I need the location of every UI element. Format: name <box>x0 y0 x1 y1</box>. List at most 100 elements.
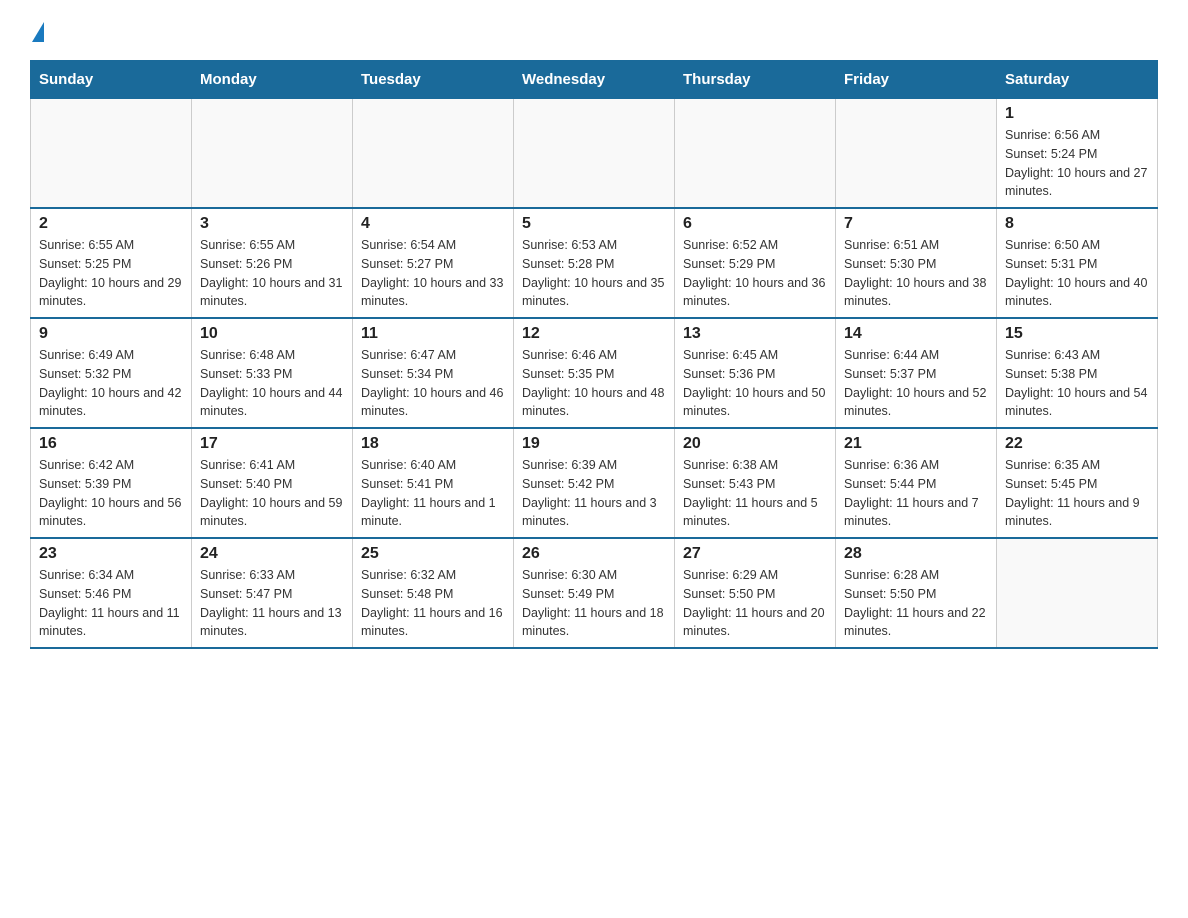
day-info: Sunrise: 6:39 AMSunset: 5:42 PMDaylight:… <box>522 456 666 531</box>
day-info: Sunrise: 6:42 AMSunset: 5:39 PMDaylight:… <box>39 456 183 531</box>
logo-triangle-icon <box>32 22 44 42</box>
calendar-cell: 28 Sunrise: 6:28 AMSunset: 5:50 PMDayligh… <box>836 538 997 648</box>
day-number: 25 <box>361 545 505 563</box>
calendar-cell: 10 Sunrise: 6:48 AMSunset: 5:33 PMDayligh… <box>192 318 353 428</box>
calendar-cell: 27 Sunrise: 6:29 AMSunset: 5:50 PMDayligh… <box>675 538 836 648</box>
day-info: Sunrise: 6:44 AMSunset: 5:37 PMDaylight:… <box>844 346 988 421</box>
day-number: 15 <box>1005 325 1149 343</box>
calendar-week-3: 9 Sunrise: 6:49 AMSunset: 5:32 PMDaylight… <box>31 318 1158 428</box>
day-header-saturday: Saturday <box>997 61 1158 99</box>
day-info: Sunrise: 6:33 AMSunset: 5:47 PMDaylight:… <box>200 566 344 641</box>
day-info: Sunrise: 6:36 AMSunset: 5:44 PMDaylight:… <box>844 456 988 531</box>
day-header-tuesday: Tuesday <box>353 61 514 99</box>
calendar-cell: 21 Sunrise: 6:36 AMSunset: 5:44 PMDayligh… <box>836 428 997 538</box>
calendar-cell: 15 Sunrise: 6:43 AMSunset: 5:38 PMDayligh… <box>997 318 1158 428</box>
calendar-cell: 20 Sunrise: 6:38 AMSunset: 5:43 PMDayligh… <box>675 428 836 538</box>
calendar-cell <box>31 99 192 209</box>
calendar-cell: 3 Sunrise: 6:55 AMSunset: 5:26 PMDaylight… <box>192 208 353 318</box>
calendar-cell: 22 Sunrise: 6:35 AMSunset: 5:45 PMDayligh… <box>997 428 1158 538</box>
day-number: 16 <box>39 435 183 453</box>
calendar-cell: 11Sunrise: 6:47 AMSunset: 5:34 PMDayligh… <box>353 318 514 428</box>
calendar-cell: 5 Sunrise: 6:53 AMSunset: 5:28 PMDaylight… <box>514 208 675 318</box>
calendar-cell <box>836 99 997 209</box>
day-info: Sunrise: 6:38 AMSunset: 5:43 PMDaylight:… <box>683 456 827 531</box>
day-info: Sunrise: 6:46 AMSunset: 5:35 PMDaylight:… <box>522 346 666 421</box>
day-number: 12 <box>522 325 666 343</box>
day-number: 18 <box>361 435 505 453</box>
day-header-monday: Monday <box>192 61 353 99</box>
day-number: 13 <box>683 325 827 343</box>
calendar-cell: 2 Sunrise: 6:55 AMSunset: 5:25 PMDaylight… <box>31 208 192 318</box>
calendar-cell: 9 Sunrise: 6:49 AMSunset: 5:32 PMDaylight… <box>31 318 192 428</box>
calendar-cell: 8 Sunrise: 6:50 AMSunset: 5:31 PMDaylight… <box>997 208 1158 318</box>
day-info: Sunrise: 6:35 AMSunset: 5:45 PMDaylight:… <box>1005 456 1149 531</box>
calendar-table: SundayMondayTuesdayWednesdayThursdayFrid… <box>30 60 1158 649</box>
day-info: Sunrise: 6:45 AMSunset: 5:36 PMDaylight:… <box>683 346 827 421</box>
calendar-week-4: 16 Sunrise: 6:42 AMSunset: 5:39 PMDayligh… <box>31 428 1158 538</box>
calendar-cell: 6 Sunrise: 6:52 AMSunset: 5:29 PMDaylight… <box>675 208 836 318</box>
logo <box>30 20 44 42</box>
day-info: Sunrise: 6:55 AMSunset: 5:26 PMDaylight:… <box>200 236 344 311</box>
day-number: 20 <box>683 435 827 453</box>
day-info: Sunrise: 6:32 AMSunset: 5:48 PMDaylight:… <box>361 566 505 641</box>
day-number: 19 <box>522 435 666 453</box>
calendar-cell: 18 Sunrise: 6:40 AMSunset: 5:41 PMDayligh… <box>353 428 514 538</box>
day-info: Sunrise: 6:40 AMSunset: 5:41 PMDaylight:… <box>361 456 505 531</box>
day-info: Sunrise: 6:28 AMSunset: 5:50 PMDaylight:… <box>844 566 988 641</box>
day-info: Sunrise: 6:55 AMSunset: 5:25 PMDaylight:… <box>39 236 183 311</box>
day-number: 17 <box>200 435 344 453</box>
calendar-cell: 13 Sunrise: 6:45 AMSunset: 5:36 PMDayligh… <box>675 318 836 428</box>
day-info: Sunrise: 6:50 AMSunset: 5:31 PMDaylight:… <box>1005 236 1149 311</box>
day-number: 5 <box>522 215 666 233</box>
day-info: Sunrise: 6:48 AMSunset: 5:33 PMDaylight:… <box>200 346 344 421</box>
calendar-header-row: SundayMondayTuesdayWednesdayThursdayFrid… <box>31 61 1158 99</box>
calendar-week-1: 1Sunrise: 6:56 AMSunset: 5:24 PMDaylight… <box>31 99 1158 209</box>
day-info: Sunrise: 6:43 AMSunset: 5:38 PMDaylight:… <box>1005 346 1149 421</box>
calendar-cell: 7Sunrise: 6:51 AMSunset: 5:30 PMDaylight… <box>836 208 997 318</box>
calendar-week-2: 2 Sunrise: 6:55 AMSunset: 5:25 PMDaylight… <box>31 208 1158 318</box>
day-info: Sunrise: 6:49 AMSunset: 5:32 PMDaylight:… <box>39 346 183 421</box>
day-number: 11 <box>361 325 505 343</box>
day-number: 9 <box>39 325 183 343</box>
day-number: 6 <box>683 215 827 233</box>
day-number: 26 <box>522 545 666 563</box>
day-info: Sunrise: 6:34 AMSunset: 5:46 PMDaylight:… <box>39 566 183 641</box>
day-number: 2 <box>39 215 183 233</box>
day-number: 3 <box>200 215 344 233</box>
calendar-cell <box>675 99 836 209</box>
calendar-cell: 12 Sunrise: 6:46 AMSunset: 5:35 PMDayligh… <box>514 318 675 428</box>
calendar-cell <box>514 99 675 209</box>
day-info: Sunrise: 6:29 AMSunset: 5:50 PMDaylight:… <box>683 566 827 641</box>
calendar-cell: 19 Sunrise: 6:39 AMSunset: 5:42 PMDayligh… <box>514 428 675 538</box>
calendar-cell <box>997 538 1158 648</box>
calendar-cell: 17 Sunrise: 6:41 AMSunset: 5:40 PMDayligh… <box>192 428 353 538</box>
day-number: 8 <box>1005 215 1149 233</box>
day-header-friday: Friday <box>836 61 997 99</box>
day-info: Sunrise: 6:56 AMSunset: 5:24 PMDaylight:… <box>1005 126 1149 201</box>
day-number: 10 <box>200 325 344 343</box>
calendar-cell: 26 Sunrise: 6:30 AMSunset: 5:49 PMDayligh… <box>514 538 675 648</box>
day-header-sunday: Sunday <box>31 61 192 99</box>
day-info: Sunrise: 6:30 AMSunset: 5:49 PMDaylight:… <box>522 566 666 641</box>
calendar-cell: 25 Sunrise: 6:32 AMSunset: 5:48 PMDayligh… <box>353 538 514 648</box>
calendar-cell: 14Sunrise: 6:44 AMSunset: 5:37 PMDayligh… <box>836 318 997 428</box>
day-number: 7 <box>844 215 988 233</box>
calendar-cell <box>353 99 514 209</box>
calendar-cell: 1Sunrise: 6:56 AMSunset: 5:24 PMDaylight… <box>997 99 1158 209</box>
day-header-thursday: Thursday <box>675 61 836 99</box>
day-info: Sunrise: 6:41 AMSunset: 5:40 PMDaylight:… <box>200 456 344 531</box>
calendar-cell <box>192 99 353 209</box>
calendar-cell: 24Sunrise: 6:33 AMSunset: 5:47 PMDayligh… <box>192 538 353 648</box>
day-number: 4 <box>361 215 505 233</box>
day-number: 28 <box>844 545 988 563</box>
calendar-cell: 16 Sunrise: 6:42 AMSunset: 5:39 PMDayligh… <box>31 428 192 538</box>
calendar-cell: 23 Sunrise: 6:34 AMSunset: 5:46 PMDayligh… <box>31 538 192 648</box>
day-number: 23 <box>39 545 183 563</box>
calendar-cell: 4 Sunrise: 6:54 AMSunset: 5:27 PMDaylight… <box>353 208 514 318</box>
day-number: 27 <box>683 545 827 563</box>
day-info: Sunrise: 6:52 AMSunset: 5:29 PMDaylight:… <box>683 236 827 311</box>
day-number: 22 <box>1005 435 1149 453</box>
day-number: 21 <box>844 435 988 453</box>
day-info: Sunrise: 6:54 AMSunset: 5:27 PMDaylight:… <box>361 236 505 311</box>
day-info: Sunrise: 6:53 AMSunset: 5:28 PMDaylight:… <box>522 236 666 311</box>
